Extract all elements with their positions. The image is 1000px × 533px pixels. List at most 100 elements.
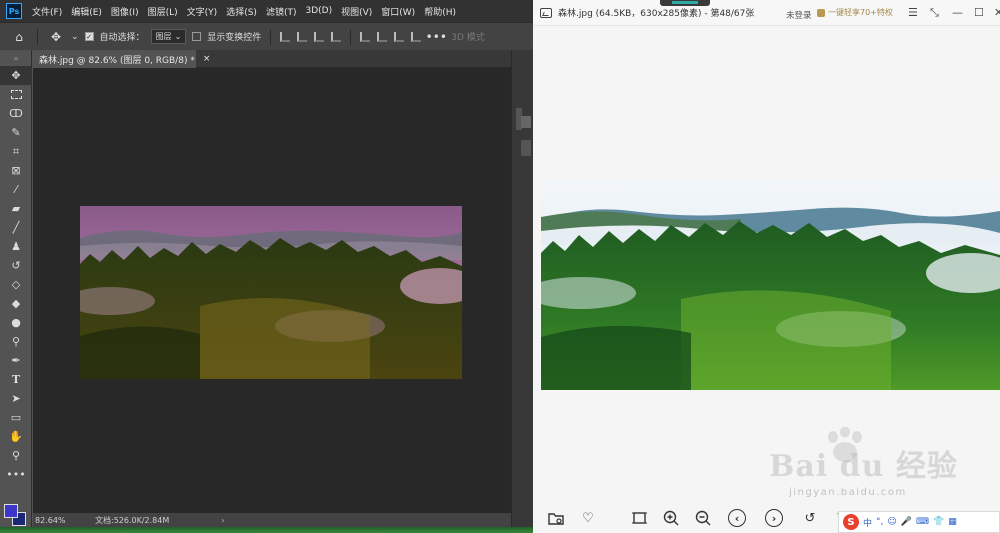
marquee-tool-icon[interactable] (0, 85, 32, 104)
zoom-in-icon[interactable] (662, 509, 680, 527)
edit-toolbar-icon[interactable]: ••• (0, 465, 32, 484)
home-icon[interactable]: ⌂ (10, 28, 28, 46)
close-icon[interactable]: × (203, 54, 211, 64)
menu-window[interactable]: 窗口(W) (381, 5, 415, 18)
maximize-icon[interactable]: ☐ (974, 7, 984, 19)
keyboard-icon[interactable]: ⌨ (916, 517, 929, 527)
viewer-titlebar: 森林.jpg (64.5KB，630x285像素) - 第48/67张 未登录 … (533, 0, 1000, 26)
move-tool-icon[interactable]: ✥ (0, 66, 32, 85)
microphone-icon[interactable]: 🎤 (901, 517, 912, 527)
rotate-left-icon[interactable]: ↺ (801, 509, 819, 527)
chevron-right-icon[interactable]: › (221, 516, 224, 525)
zoom-tool-icon[interactable]: ⚲ (0, 446, 32, 465)
ps-options-bar: ⌂ ✥ ⌄ ✓ 自动选择： 图层 ⌄ 显示变换控件 ••• 3D 模式 (0, 22, 533, 50)
close-icon[interactable]: ✕ (994, 7, 1000, 19)
align-top-icon[interactable] (360, 31, 371, 42)
promo-link[interactable]: 一键轻享70+特权 (817, 7, 893, 18)
distribute-vertical-icon[interactable] (411, 31, 422, 42)
ps-document-image[interactable] (80, 206, 462, 379)
menu-file[interactable]: 文件(F) (32, 5, 62, 18)
type-tool-icon[interactable]: T (0, 370, 32, 389)
show-transform-label: 显示变换控件 (207, 33, 262, 43)
menu-select[interactable]: 选择(S) (226, 5, 257, 18)
ps-document-tabbar: 森林.jpg @ 82.6% (图层 0, RGB/8) * × (33, 50, 511, 68)
ime-toolbar: S 中 °, ☺ 🎤 ⌨ 👕 ▦ (838, 511, 1000, 533)
watermark-url: jingyan.baidu.com (789, 487, 907, 498)
zoom-out-icon[interactable] (694, 509, 712, 527)
layer-select[interactable]: 图层 ⌄ (150, 29, 187, 44)
viewer-title: 森林.jpg (64.5KB，630x285像素) - 第48/67张 (558, 9, 755, 19)
align-center-icon[interactable] (297, 31, 308, 42)
auto-select-checkbox[interactable]: ✓ (84, 32, 94, 41)
menu-type[interactable]: 文字(Y) (187, 5, 218, 18)
dodge-tool-icon[interactable]: ⚲ (0, 332, 32, 351)
align-bottom-icon[interactable] (394, 31, 405, 42)
lasso-tool-icon[interactable]: ↀ (0, 104, 32, 123)
healing-brush-tool-icon[interactable]: ▰ (0, 199, 32, 218)
actual-size-icon[interactable] (630, 509, 648, 527)
quick-select-tool-icon[interactable]: ✎ (0, 123, 32, 142)
favorite-icon[interactable]: ♡ (579, 509, 597, 527)
rectangle-tool-icon[interactable]: ▭ (0, 408, 32, 427)
skin-icon[interactable]: 👕 (933, 517, 944, 527)
forest-image-original (541, 181, 1000, 390)
align-buttons (280, 31, 342, 42)
punctuation-icon[interactable]: °, (876, 517, 883, 527)
menu-3d[interactable]: 3D(D) (305, 6, 332, 16)
emoji-icon[interactable]: ☺ (887, 517, 896, 527)
chevron-down-icon[interactable]: ⌄ (71, 32, 79, 42)
stamp-tool-icon[interactable]: ♟ (0, 237, 32, 256)
open-folder-icon[interactable] (547, 509, 565, 527)
next-image-icon[interactable]: › (765, 509, 783, 527)
align-middle-icon[interactable] (377, 31, 388, 42)
divider (350, 28, 352, 45)
login-status[interactable]: 未登录 (786, 9, 812, 21)
menu-help[interactable]: 帮助(H) (424, 5, 456, 18)
history-brush-tool-icon[interactable]: ↺ (0, 256, 32, 275)
zoom-readout[interactable]: 82.64% (35, 516, 75, 525)
document-tab[interactable]: 森林.jpg @ 82.6% (图层 0, RGB/8) * × (33, 50, 210, 68)
chevron-down-icon: ⌄ (174, 32, 182, 41)
crown-icon (817, 8, 825, 17)
ps-menubar: Ps 文件(F) 编辑(E) 图像(I) 图层(L) 文字(Y) 选择(S) 滤… (0, 0, 533, 22)
menu-layer[interactable]: 图层(L) (148, 5, 178, 18)
align-left-icon[interactable] (280, 31, 291, 42)
ps-status-bar: 82.64% 文档:526.0K/2.84M › (33, 513, 511, 527)
previous-image-icon[interactable]: ‹ (728, 509, 746, 527)
brush-tool-icon[interactable]: ╱ (0, 218, 32, 237)
paint-bucket-tool-icon[interactable]: ◆ (0, 294, 32, 313)
foreground-color-swatch[interactable] (4, 504, 18, 518)
menu-view[interactable]: 视图(V) (341, 5, 372, 18)
sogou-logo-icon[interactable]: S (843, 514, 859, 530)
blur-tool-icon[interactable]: ● (0, 313, 32, 332)
path-select-tool-icon[interactable]: ➤ (0, 389, 32, 408)
grid-icon[interactable]: ▦ (948, 517, 957, 527)
menu-edit[interactable]: 编辑(E) (71, 5, 102, 18)
move-tool-icon[interactable]: ✥ (47, 28, 65, 46)
pen-tool-icon[interactable]: ✒ (0, 351, 32, 370)
eyedropper-tool-icon[interactable]: ⁄ (0, 180, 32, 199)
align-distribute-icon[interactable] (331, 31, 342, 42)
menu-filter[interactable]: 滤镜(T) (266, 5, 297, 18)
frame-tool-icon[interactable]: ⊠ (0, 161, 32, 180)
promo-text: 一键轻享70+特权 (828, 8, 893, 17)
menu-image[interactable]: 图像(I) (111, 5, 139, 18)
document-tab-title: 森林.jpg @ 82.6% (图层 0, RGB/8) * (39, 55, 195, 66)
minimize-icon[interactable]: — (952, 7, 963, 19)
menu-icon[interactable]: ☰ (908, 7, 918, 19)
align-right-icon[interactable] (314, 31, 325, 42)
show-transform-checkbox[interactable] (192, 32, 202, 41)
viewer-image[interactable] (541, 181, 1000, 390)
panel-dock-tab[interactable] (521, 116, 531, 128)
eraser-tool-icon[interactable]: ◇ (0, 275, 32, 294)
compact-mode-icon[interactable]: ⤡ (930, 7, 939, 19)
panel-dock-tab[interactable] (521, 140, 531, 156)
floating-handle[interactable] (660, 0, 710, 6)
hand-tool-icon[interactable]: ✋ (0, 427, 32, 446)
ime-language[interactable]: 中 (863, 516, 872, 529)
more-options-icon[interactable]: ••• (426, 28, 447, 46)
ps-canvas-area[interactable] (33, 68, 511, 513)
crop-tool-icon[interactable]: ⌗ (0, 142, 32, 161)
distribute-buttons (360, 31, 422, 42)
toolbar-collapse-icon[interactable]: » (0, 50, 32, 66)
